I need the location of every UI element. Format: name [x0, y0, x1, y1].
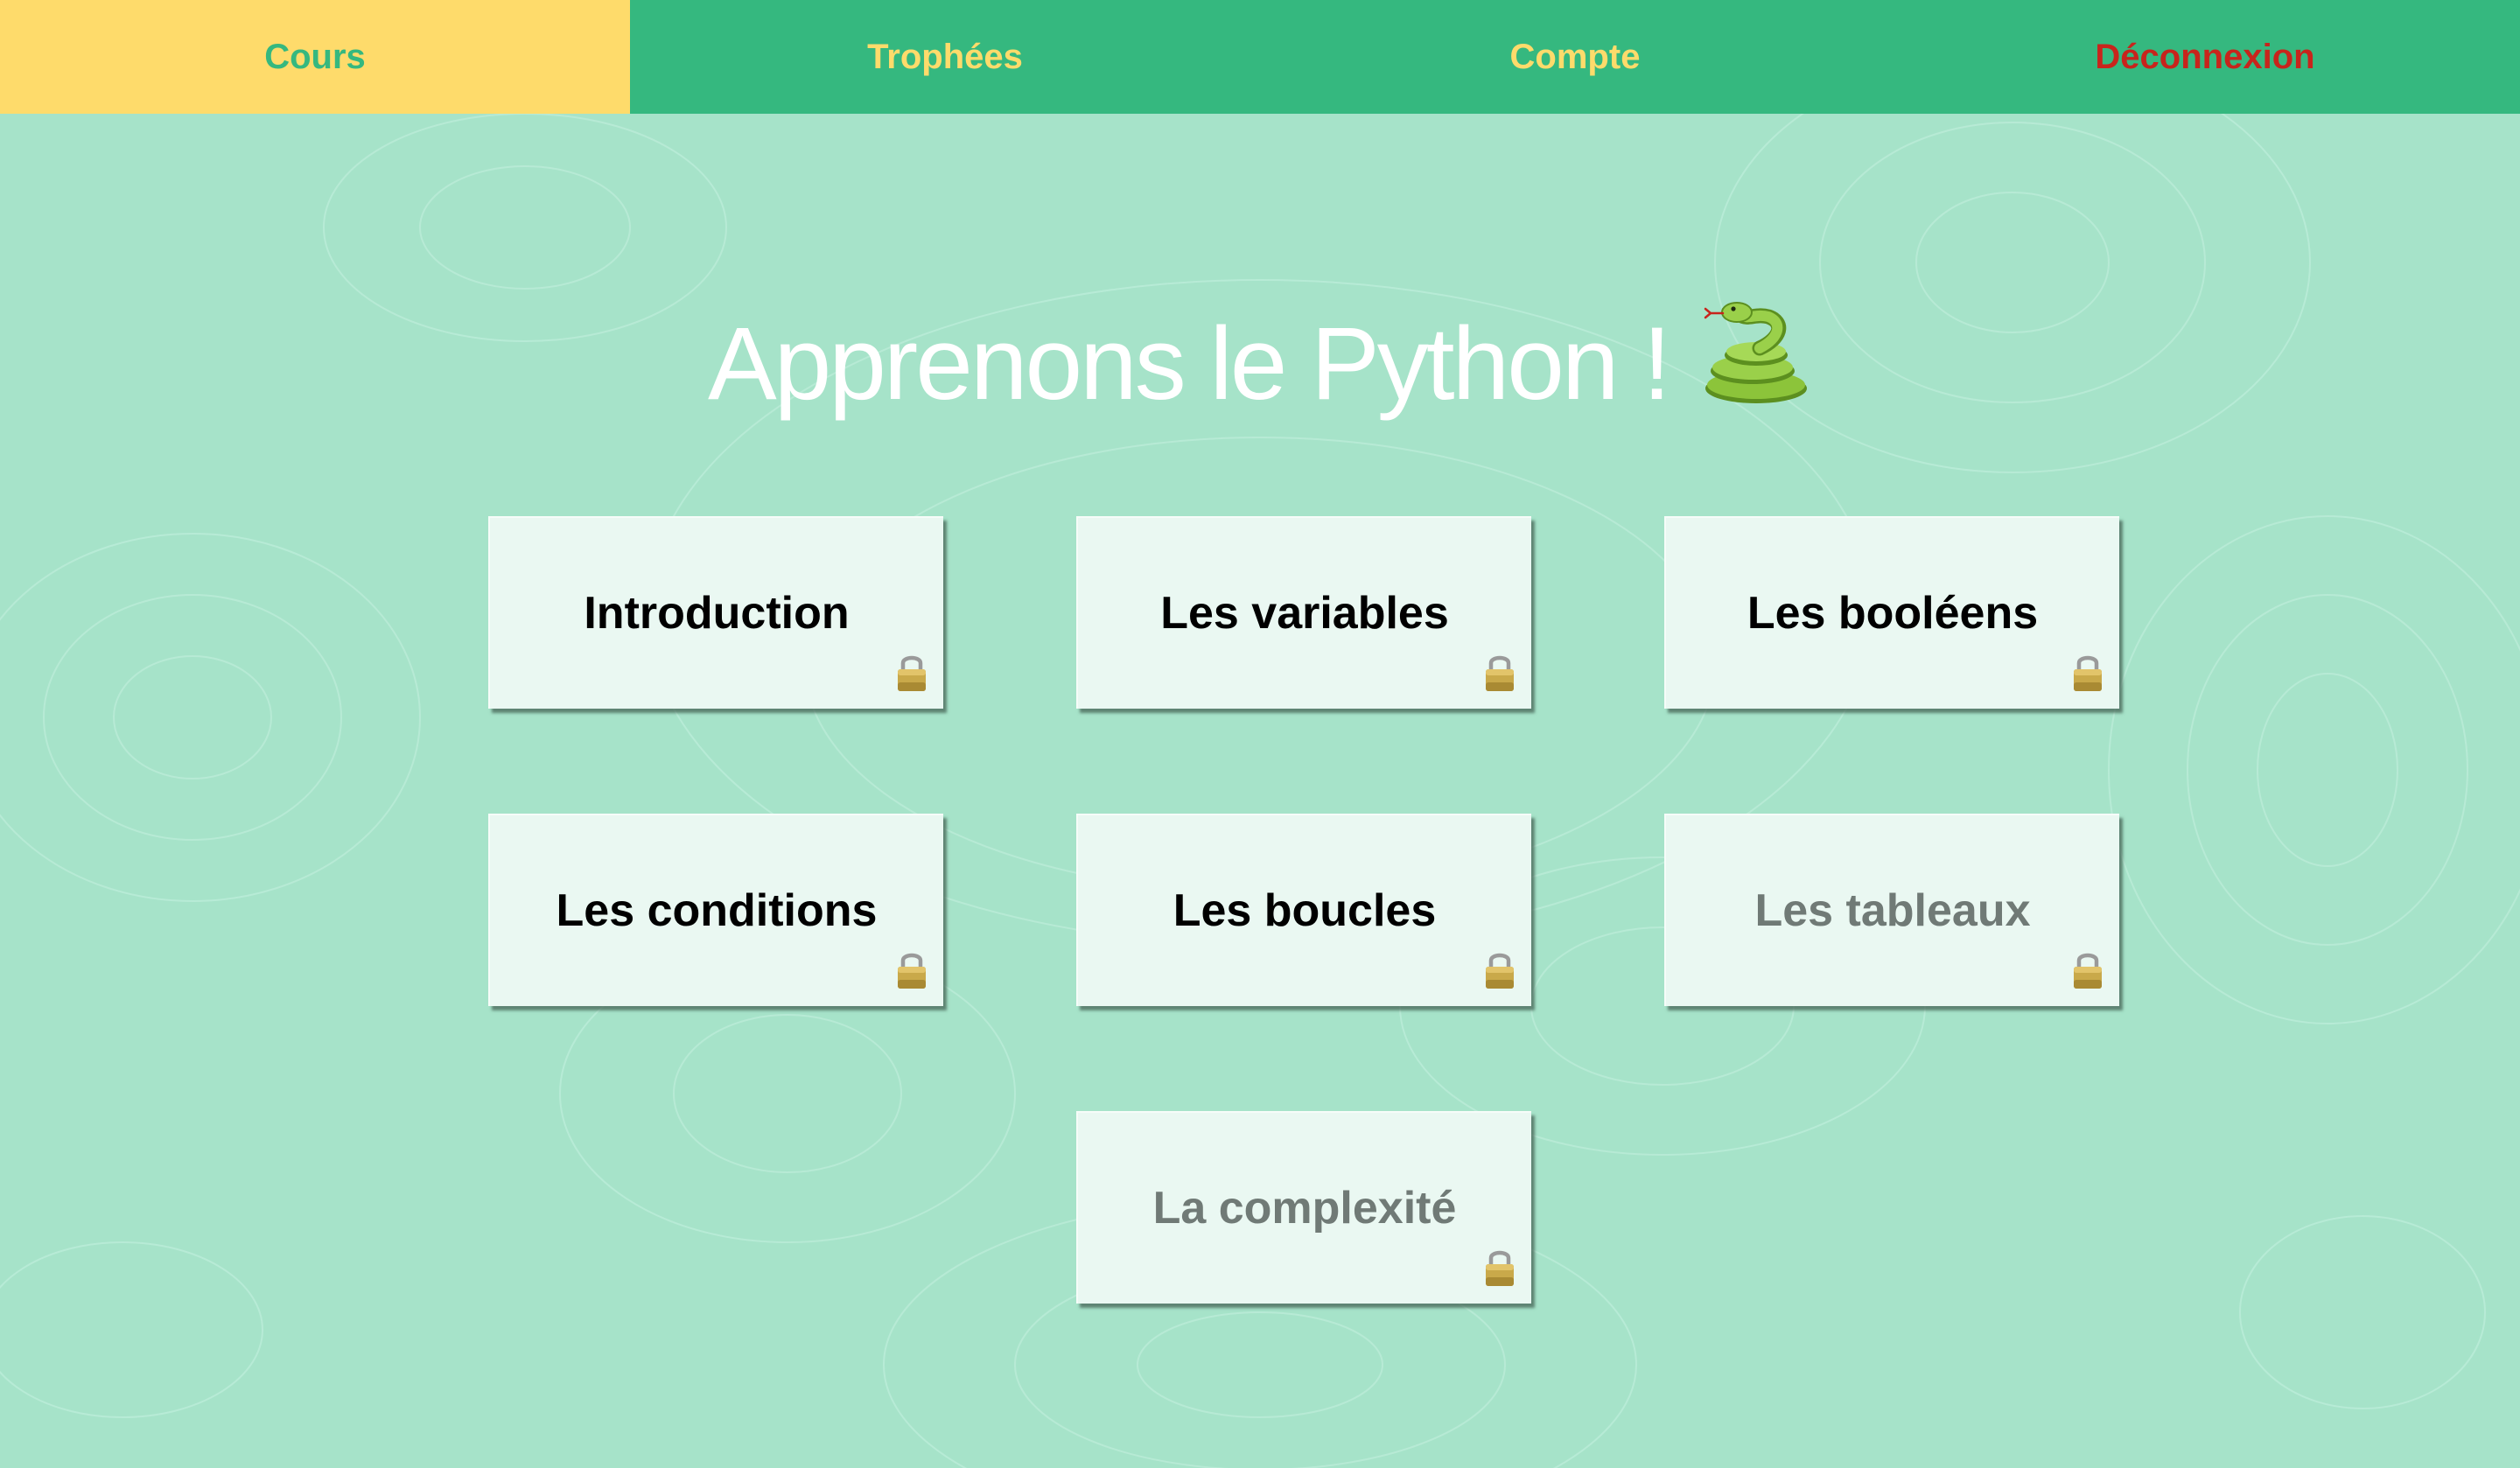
page-title-text: Apprenons le Python !: [707, 306, 1671, 422]
top-navigation: Cours Trophées Compte Déconnexion: [0, 0, 2520, 114]
course-card-boucles[interactable]: Les boucles: [1076, 814, 1531, 1006]
page-title: Apprenons le Python !: [0, 297, 2520, 423]
course-card-complexite[interactable]: La complexité: [1076, 1111, 1531, 1304]
course-card-label: Les tableaux: [1754, 885, 2031, 936]
lock-icon: [898, 953, 926, 989]
course-card-introduction[interactable]: Introduction: [488, 516, 943, 709]
nav-tab-trophees[interactable]: Trophées: [630, 0, 1260, 114]
lock-icon: [1486, 655, 1514, 691]
course-card-label: Les boucles: [1172, 885, 1437, 936]
snake-icon: [1698, 297, 1812, 406]
nav-tab-cours[interactable]: Cours: [0, 0, 630, 114]
lock-icon: [2074, 655, 2102, 691]
lock-icon: [1486, 953, 1514, 989]
course-card-variables[interactable]: Les variables: [1076, 516, 1531, 709]
course-card-conditions[interactable]: Les conditions: [488, 814, 943, 1006]
lock-icon: [2074, 953, 2102, 989]
course-card-label: Introduction: [584, 588, 850, 639]
nav-tab-label: Déconnexion: [2095, 37, 2315, 76]
course-card-label: Les variables: [1160, 588, 1449, 639]
nav-tab-label: Compte: [1509, 37, 1641, 76]
nav-tab-deconnexion[interactable]: Déconnexion: [1890, 0, 2520, 114]
course-card-tableaux[interactable]: Les tableaux: [1664, 814, 2119, 1006]
lock-icon: [1486, 1250, 1514, 1286]
course-card-label: Les booléens: [1746, 588, 2039, 639]
course-card-booleens[interactable]: Les booléens: [1664, 516, 2119, 709]
lock-icon: [898, 655, 926, 691]
course-card-label: La complexité: [1152, 1183, 1457, 1234]
nav-tab-label: Cours: [264, 37, 366, 76]
nav-tab-compte[interactable]: Compte: [1260, 0, 1890, 114]
course-card-label: Les conditions: [556, 885, 878, 936]
nav-tab-label: Trophées: [867, 37, 1023, 76]
